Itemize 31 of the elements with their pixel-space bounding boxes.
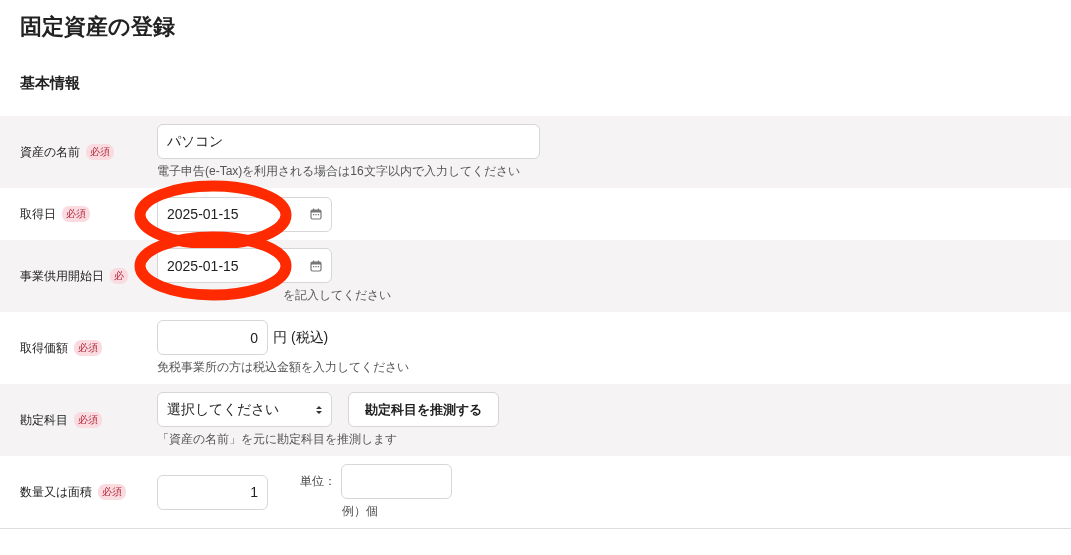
field-label: 取得日 (20, 205, 56, 223)
required-badge: 必須 (74, 412, 102, 428)
currency-unit: 円 (税込) (273, 328, 329, 347)
field-label: 数量又は面積 (20, 483, 92, 501)
amount-input[interactable]: 0 (157, 320, 268, 355)
required-badge: 必須 (98, 484, 126, 500)
date-input[interactable]: 2025-01-15 (157, 248, 332, 283)
field-label: 勘定科目 (20, 411, 68, 429)
required-badge: 必須 (74, 340, 102, 356)
required-badge: 必 (110, 268, 128, 284)
calendar-icon[interactable] (310, 259, 322, 272)
name-input[interactable]: パソコン (157, 124, 540, 159)
quantity-input[interactable]: 1 (157, 474, 268, 510)
calendar-icon[interactable] (310, 208, 322, 220)
unit-label: 単位： (300, 473, 336, 490)
unit-input[interactable] (341, 464, 452, 499)
required-badge: 必須 (62, 206, 90, 222)
field-label: 取得価額 (20, 339, 68, 357)
required-badge: 必須 (86, 144, 114, 160)
guess-account-button[interactable]: 勘定科目を推測する (348, 392, 499, 427)
field-label: 資産の名前 (20, 143, 80, 161)
field-hint: 電子申告(e-Tax)を利用される場合は16文字以内で入力してください (157, 163, 521, 180)
field-hint: 免税事業所の方は税込金額を入力してください (157, 359, 409, 376)
section-heading: 基本情報 (19, 73, 81, 93)
account-select[interactable]: 選択してください (157, 392, 332, 427)
select-arrows-icon (316, 404, 322, 415)
page-title: 固定資産の登録 (19, 13, 176, 41)
field-hint: 「資産の名前」を元に勘定科目を推測します (157, 431, 398, 448)
field-hint: を記入してください (283, 287, 391, 304)
unit-hint: 例）個 (342, 503, 379, 520)
field-label: 事業供用開始日 (20, 267, 104, 285)
